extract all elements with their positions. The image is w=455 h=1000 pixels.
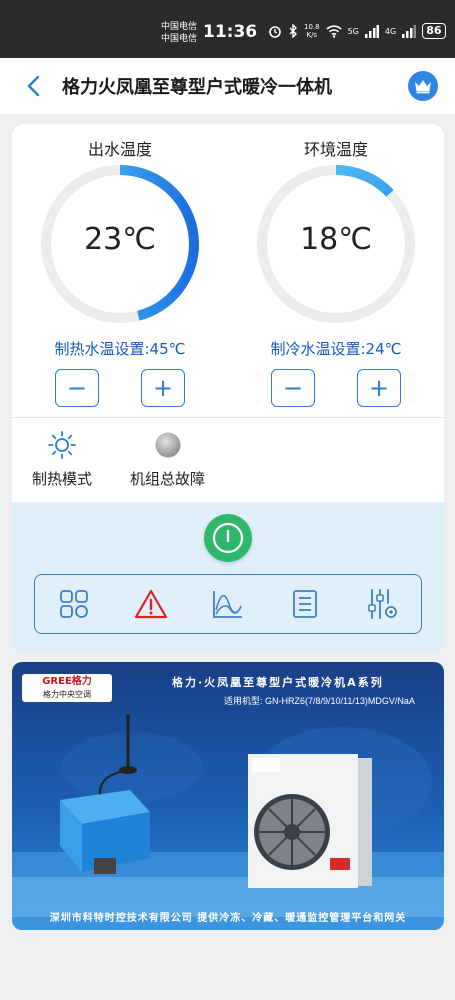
carrier-2: 中国电信 bbox=[161, 34, 198, 44]
alarm-button[interactable] bbox=[134, 587, 168, 621]
bluetooth-icon bbox=[289, 24, 297, 38]
grid-button[interactable] bbox=[57, 587, 91, 621]
status-icons: 10.8 K/s 5G 4G 86 bbox=[268, 23, 446, 39]
heating-minus-button[interactable]: − bbox=[55, 369, 99, 407]
wifi-icon bbox=[326, 24, 342, 38]
banner-footer: 深圳市科特时控技术有限公司 提供冷冻、冷藏、暖通监控管理平台和网关 bbox=[49, 913, 407, 924]
grid-icon bbox=[59, 590, 88, 618]
signal-icon-1 bbox=[364, 24, 379, 38]
settings-button[interactable] bbox=[365, 587, 399, 621]
alarm-icon bbox=[269, 26, 281, 38]
sun-icon bbox=[48, 431, 76, 459]
banner-model: 适用机型: GN-HRZ6(7/8/9/10/11/13)MDGV/NaA bbox=[224, 694, 415, 707]
logo-subtext: 格力中央空调 bbox=[43, 690, 91, 699]
gauge-label: 出水温度 bbox=[87, 140, 152, 159]
promo-banner[interactable]: GREE格力 格力中央空调 格力·火凤凰至尊型户式暖冷机A系列 适用机型: GN… bbox=[12, 662, 444, 930]
cooling-setpoint: 制冷水温设置:24℃ bbox=[270, 340, 402, 358]
crown-icon bbox=[415, 80, 431, 94]
page-title: 格力火凤凰至尊型户式暖冷一体机 bbox=[62, 77, 332, 98]
heating-mode-label: 制热模式 bbox=[32, 470, 93, 488]
divider bbox=[12, 417, 444, 418]
carrier-info: 中国电信 中国电信 bbox=[161, 21, 197, 45]
sliders-icon bbox=[368, 589, 398, 619]
fault-label: 机组总故障 bbox=[130, 470, 206, 488]
net-speed-unit: K/s bbox=[306, 31, 318, 39]
chart-icon bbox=[213, 591, 242, 618]
status-dot-icon bbox=[155, 432, 180, 458]
heating-setpoint: 制热水温设置:45℃ bbox=[54, 340, 186, 358]
warning-icon bbox=[134, 589, 167, 619]
signal-5g-label: 5G bbox=[347, 26, 359, 36]
heating-plus-button[interactable]: + bbox=[141, 369, 185, 407]
app-header: 格力火凤凰至尊型户式暖冷一体机 bbox=[0, 58, 455, 114]
power-icon bbox=[212, 522, 244, 554]
device-card: 出水温度 23℃ 制热水温设置:45℃ − + 环境温度 18℃ 制冷水温设置:… bbox=[12, 124, 444, 652]
banner-title: 格力·火凤凰至尊型户式暖冷机A系列 bbox=[172, 676, 384, 689]
cooling-plus-button[interactable]: + bbox=[357, 369, 401, 407]
gauge-label: 环境温度 bbox=[303, 140, 368, 159]
clock: 11:36 bbox=[203, 22, 258, 42]
fault-status: 机组总故障 bbox=[130, 430, 205, 489]
carrier-1: 中国电信 bbox=[161, 22, 198, 32]
net-speed: 10.8 K/s bbox=[304, 23, 320, 39]
ambient-temp-panel: 环境温度 18℃ 制冷水温设置:24℃ − + bbox=[228, 124, 444, 414]
ambient-temp-value: 18℃ bbox=[300, 222, 372, 257]
gree-logo: GREE格力 格力中央空调 bbox=[22, 674, 112, 702]
control-panel bbox=[12, 502, 444, 652]
power-button[interactable] bbox=[204, 514, 252, 562]
signal-4g-label: 4G bbox=[384, 26, 397, 36]
list-icon bbox=[293, 590, 318, 618]
status-bar: 中国电信 中国电信 11:36 10.8 K/s 5G 4G 86 bbox=[0, 0, 455, 58]
logo-text: GREE格力 bbox=[42, 676, 92, 687]
cooling-minus-button[interactable]: − bbox=[271, 369, 315, 407]
water-temp-panel: 出水温度 23℃ 制热水温设置:45℃ − + bbox=[12, 124, 228, 414]
net-speed-value: 10.8 bbox=[304, 23, 320, 31]
list-button[interactable] bbox=[288, 587, 322, 621]
chevron-left-icon bbox=[27, 75, 40, 97]
battery-indicator: 86 bbox=[422, 23, 446, 39]
water-temp-value: 23℃ bbox=[84, 222, 156, 257]
function-toolbar bbox=[34, 574, 422, 634]
model-value: GN-HRZ6(7/8/9/10/11/13)MDGV/NaA bbox=[265, 696, 415, 706]
back-button[interactable] bbox=[22, 72, 46, 100]
model-label: 适用机型: bbox=[224, 696, 263, 706]
chart-button[interactable] bbox=[211, 587, 245, 621]
heating-mode-status: 制热模式 bbox=[32, 430, 92, 489]
crown-button[interactable] bbox=[408, 71, 438, 101]
signal-icon-2 bbox=[402, 24, 417, 38]
